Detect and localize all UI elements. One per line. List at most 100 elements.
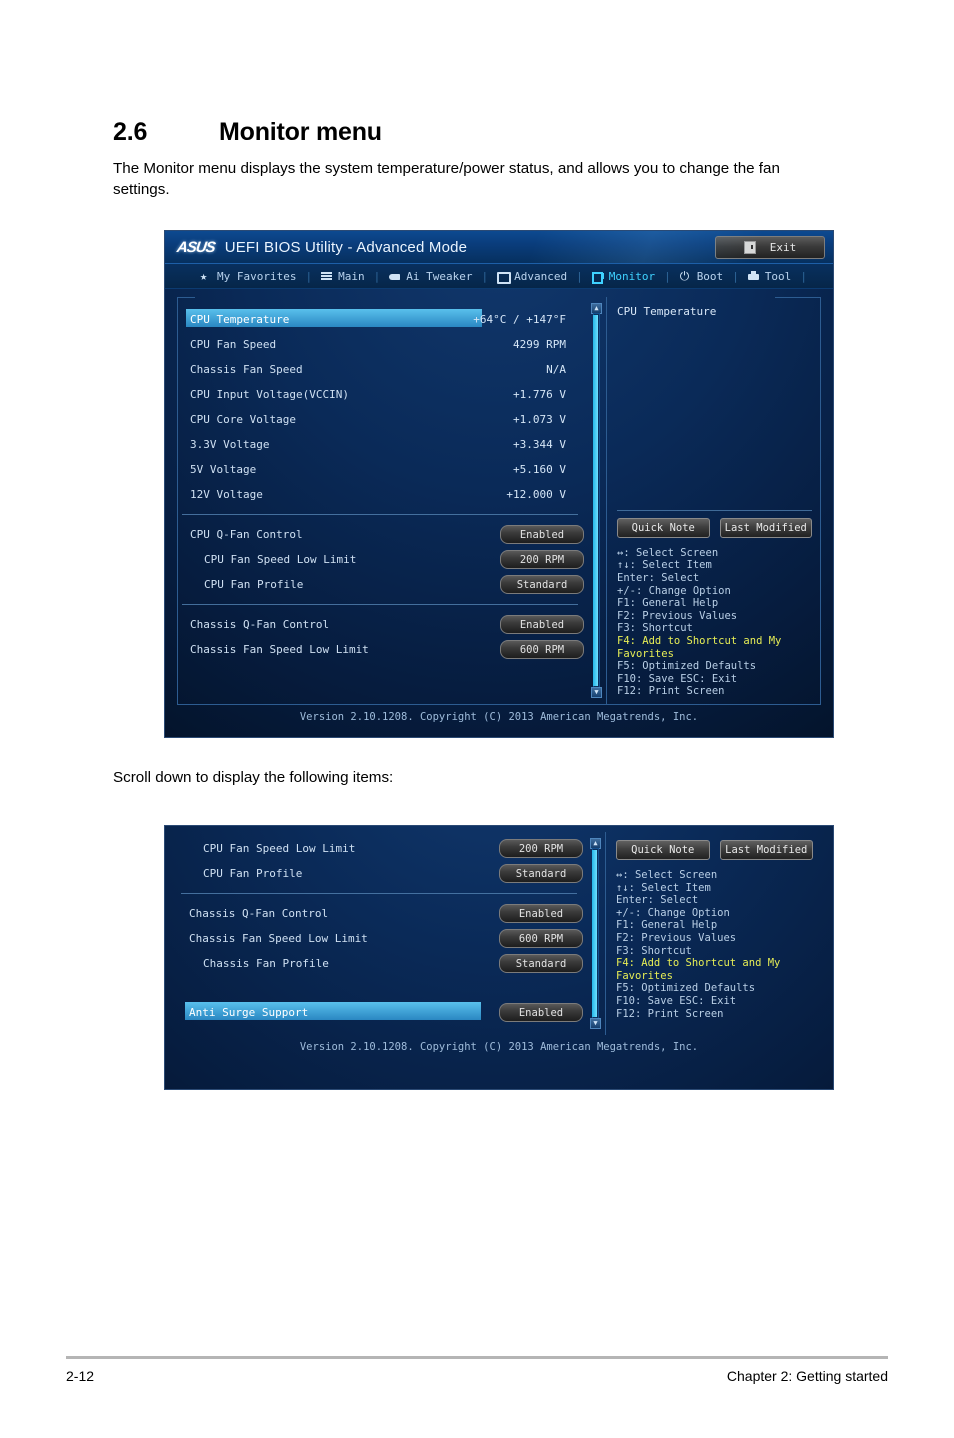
tab-label: Advanced	[514, 269, 568, 283]
setting-label: CPU Temperature	[190, 313, 290, 326]
setting-value-button[interactable]: Enabled	[500, 615, 584, 634]
key-legend-line: F4: Add to Shortcut and My Favorites	[617, 635, 782, 660]
setting-row[interactable]: 12V Voltage +12.000 V	[178, 482, 588, 507]
setting-label: CPU Fan Speed Low Limit	[204, 553, 357, 566]
setting-value-button[interactable]: 600 RPM	[500, 640, 584, 659]
monitor-item-list-1: CPU Temperature +64°C / +147°F CPU Fan Spe…	[178, 297, 588, 704]
setting-row[interactable]: Chassis Fan Speed N/A	[178, 357, 588, 382]
tab-separator: |	[305, 269, 313, 283]
tab-tool[interactable]: Tool	[739, 270, 801, 283]
setting-label: CPU Fan Profile	[203, 867, 303, 880]
setting-row[interactable]: Chassis Q-Fan Control Enabled	[178, 612, 588, 637]
vertical-scrollbar-1[interactable]: ▲ ▼	[590, 303, 602, 698]
key-legend-line: F3: Shortcut	[617, 622, 693, 635]
setting-row[interactable]: Anti Surge Support Enabled	[177, 1000, 587, 1025]
scrollbar-thumb[interactable]	[593, 315, 598, 686]
tab-label: Tool	[764, 269, 792, 283]
quick-note-button[interactable]: Quick Note	[617, 517, 710, 538]
bios-screenshot-1: ASUS UEFI BIOS Utility - Advanced Mode E…	[164, 230, 834, 738]
quick-note-button[interactable]: Quick Note	[616, 840, 710, 860]
setting-row[interactable]: Chassis Fan Speed Low Limit 600 RPM	[177, 926, 587, 951]
chapter-label: Chapter 2: Getting started	[726, 1368, 888, 1384]
setting-row[interactable]: CPU Q-Fan Control Enabled	[178, 522, 588, 547]
setting-value-button[interactable]: 600 RPM	[499, 929, 583, 948]
tab-monitor[interactable]: Monitor	[583, 269, 664, 284]
bios-content-frame-1: CPU Temperature +64°C / +147°F CPU Fan Spe…	[177, 297, 821, 705]
scroll-down-arrow-icon[interactable]: ▼	[590, 1018, 601, 1029]
setting-value-button[interactable]: Enabled	[499, 1003, 583, 1022]
setting-row[interactable]: CPU Fan Profile Standard	[177, 861, 587, 886]
key-legend-line: F2: Previous Values	[617, 609, 738, 622]
setting-value-button[interactable]: Enabled	[499, 904, 583, 923]
tab-label: Main	[338, 269, 365, 283]
section-divider	[182, 514, 578, 515]
bios-content-frame-2: CPU Fan Speed Low Limit 200 RPM CPU Fan Pr…	[177, 832, 821, 1035]
setting-value: N/A	[546, 363, 566, 376]
setting-label: 3.3V Voltage	[190, 438, 270, 451]
setting-value-button[interactable]: Standard	[500, 575, 584, 594]
help-body-spacer	[617, 318, 812, 510]
tab-boot[interactable]: ⏻ Boot	[671, 270, 733, 283]
setting-value-button[interactable]: 200 RPM	[499, 839, 583, 858]
scrollbar-thumb[interactable]	[592, 850, 597, 1017]
setting-row[interactable]: CPU Input Voltage(VCCIN) +1.776 V	[178, 382, 588, 407]
setting-label: CPU Core Voltage	[190, 413, 296, 426]
scroll-down-arrow-icon[interactable]: ▼	[591, 687, 602, 698]
help-button-row-1: Quick Note Last Modified	[617, 517, 812, 538]
setting-row[interactable]: CPU Fan Speed Low Limit 200 RPM	[178, 547, 588, 572]
tab-main[interactable]: Main	[312, 270, 374, 283]
last-modified-button[interactable]: Last Modified	[719, 840, 813, 860]
vertical-scrollbar-2[interactable]: ▲ ▼	[589, 838, 601, 1029]
setting-value-button[interactable]: 200 RPM	[500, 550, 584, 569]
help-body-spacer	[616, 1026, 813, 1035]
setting-value-button[interactable]: Enabled	[500, 525, 584, 544]
exit-door-icon	[743, 241, 756, 254]
scroll-note: Scroll down to display the following ite…	[113, 769, 394, 786]
tab-separator: |	[481, 269, 489, 283]
setting-row[interactable]: CPU Fan Speed Low Limit 200 RPM	[177, 836, 587, 861]
setting-row[interactable]: 3.3V Voltage +3.344 V	[178, 432, 588, 457]
tab-ai-tweaker[interactable]: Ai Tweaker	[380, 270, 481, 283]
tab-label: Monitor	[608, 269, 656, 283]
tab-advanced[interactable]: Advanced	[488, 269, 576, 284]
key-legend-line: ↑↓: Select Item	[617, 559, 712, 572]
section-title: Monitor menu	[219, 118, 382, 146]
setting-row[interactable]: 5V Voltage +5.160 V	[178, 457, 588, 482]
intro-paragraph: The Monitor menu displays the system tem…	[113, 160, 780, 198]
help-panel-1: CPU Temperature Quick Note Last Modified…	[606, 297, 820, 704]
help-divider	[617, 509, 812, 511]
key-legend-line: F2: Previous Values	[616, 931, 737, 944]
key-legend-line: Enter: Select	[616, 894, 699, 907]
tab-my-favorites[interactable]: ★ My Favorites	[191, 270, 305, 283]
tab-label: Ai Tweaker	[406, 269, 473, 283]
last-modified-button[interactable]: Last Modified	[719, 517, 812, 538]
bios-body-2: CPU Fan Speed Low Limit 200 RPM CPU Fan Pr…	[165, 826, 833, 1065]
setting-row[interactable]: CPU Core Voltage +1.073 V	[178, 407, 588, 432]
tweaker-icon	[389, 270, 401, 282]
tab-separator: |	[576, 269, 583, 283]
bios-screenshot-2: CPU Fan Speed Low Limit 200 RPM CPU Fan Pr…	[164, 825, 834, 1090]
setting-value-button[interactable]: Standard	[499, 954, 583, 973]
setting-row[interactable]: CPU Temperature +64°C / +147°F	[178, 307, 588, 332]
setting-label: Chassis Fan Speed Low Limit	[189, 932, 368, 945]
setting-row[interactable]: Chassis Fan Speed Low Limit 600 RPM	[178, 637, 588, 662]
key-legend-line: F1: General Help	[616, 919, 718, 932]
key-legend-line: F4: Add to Shortcut and My Favorites	[616, 957, 781, 982]
page-title: 2.6 Monitor menu	[113, 118, 382, 147]
section-divider	[182, 604, 578, 605]
setting-row[interactable]: CPU Fan Speed 4299 RPM	[178, 332, 588, 357]
setting-value: +1.776 V	[513, 388, 566, 401]
setting-row[interactable]: Chassis Q-Fan Control Enabled	[177, 901, 587, 926]
setting-label: Anti Surge Support	[189, 1006, 309, 1019]
key-legend-line: ↔: Select Screen	[617, 546, 719, 559]
help-title: CPU Temperature	[617, 305, 717, 318]
setting-value-button[interactable]: Standard	[499, 864, 583, 883]
setting-row[interactable]: CPU Fan Profile Standard	[178, 572, 588, 597]
bios-window-title: UEFI BIOS Utility - Advanced Mode	[224, 238, 468, 256]
tab-separator: |	[373, 269, 381, 283]
setting-row[interactable]: Chassis Fan Profile Standard	[177, 951, 587, 976]
section-number: 2.6	[113, 118, 148, 146]
exit-button[interactable]: Exit	[715, 236, 825, 259]
advanced-icon	[497, 270, 512, 284]
list-icon	[321, 270, 333, 282]
